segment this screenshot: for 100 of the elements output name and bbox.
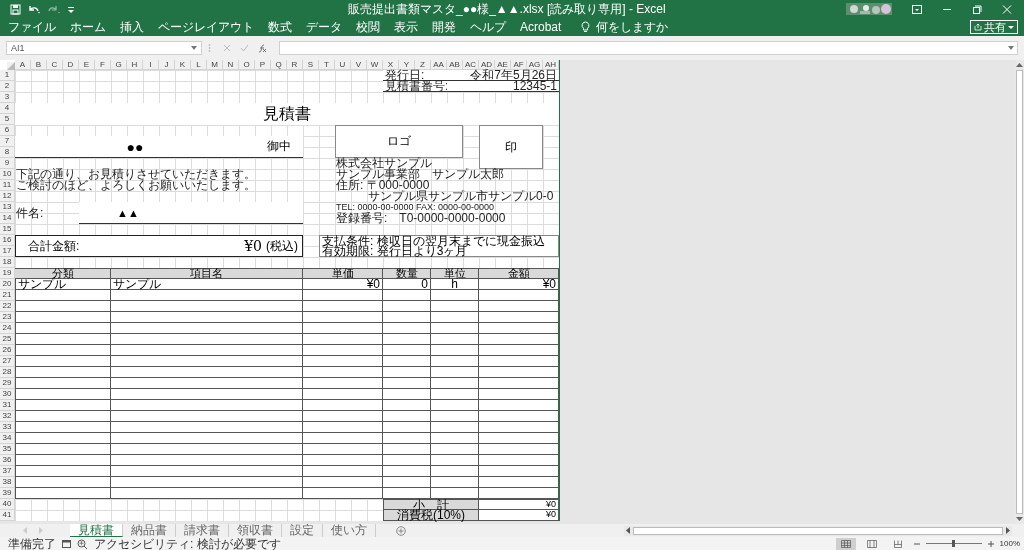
- add-sheet-icon[interactable]: [396, 525, 406, 536]
- row-header[interactable]: 9: [0, 158, 15, 169]
- name-box[interactable]: AI1: [6, 41, 202, 55]
- column-header[interactable]: Q: [271, 60, 287, 70]
- row-header[interactable]: 1: [0, 70, 15, 81]
- column-header[interactable]: V: [351, 60, 367, 70]
- ribbon-display-icon[interactable]: [912, 4, 922, 14]
- ribbon-tab[interactable]: ホーム: [70, 18, 106, 36]
- redo-icon[interactable]: [47, 3, 61, 15]
- column-header[interactable]: C: [47, 60, 63, 70]
- ribbon-tab[interactable]: ヘルプ: [470, 18, 506, 36]
- restore-icon[interactable]: [972, 4, 982, 14]
- table-cell: [431, 290, 479, 301]
- column-header[interactable]: M: [207, 60, 223, 70]
- caret-icon: [191, 46, 197, 50]
- zoom-out-icon[interactable]: [913, 540, 920, 547]
- column-header[interactable]: L: [191, 60, 207, 70]
- column-header[interactable]: N: [223, 60, 239, 70]
- accessibility-status[interactable]: アクセシビリティ: 検討が必要です: [94, 537, 281, 550]
- company-info: TEL: 0000-00-0000 FAX: 0000-00-0000: [335, 202, 496, 212]
- column-header[interactable]: A: [15, 60, 31, 70]
- table-cell: [383, 345, 431, 356]
- column-header[interactable]: S: [303, 60, 319, 70]
- accessibility-icon[interactable]: [77, 538, 88, 549]
- quote-number-label: 見積書番号:: [383, 81, 447, 92]
- tax-included-note: (税込): [266, 237, 298, 255]
- row-header[interactable]: 11: [0, 180, 15, 191]
- table-cell: ¥0: [303, 279, 383, 290]
- scroll-left-icon[interactable]: [625, 527, 631, 534]
- zoom-slider-thumb[interactable]: [952, 540, 956, 547]
- save-icon[interactable]: [10, 3, 21, 15]
- column-header[interactable]: U: [335, 60, 351, 70]
- column-header[interactable]: T: [319, 60, 335, 70]
- scroll-up-icon[interactable]: [1016, 62, 1023, 68]
- share-button[interactable]: 共有: [970, 20, 1018, 34]
- column-header[interactable]: H: [127, 60, 143, 70]
- column-header[interactable]: AH: [543, 60, 559, 70]
- column-header[interactable]: E: [79, 60, 95, 70]
- scroll-thumb[interactable]: [633, 526, 1003, 535]
- drag-handle-icon[interactable]: [208, 43, 211, 53]
- row-header[interactable]: 3: [0, 92, 15, 103]
- table-cell: [431, 400, 479, 411]
- column-header[interactable]: B: [31, 60, 47, 70]
- column-header[interactable]: J: [159, 60, 175, 70]
- tax-value: ¥0: [479, 510, 559, 521]
- row-header[interactable]: 14: [0, 213, 15, 224]
- ribbon-tab[interactable]: 表示: [394, 18, 418, 36]
- column-header[interactable]: Y: [399, 60, 415, 70]
- row-header[interactable]: 41: [0, 510, 15, 521]
- macro-record-icon[interactable]: [62, 539, 71, 548]
- column-header[interactable]: I: [143, 60, 159, 70]
- row-header[interactable]: 10: [0, 169, 15, 180]
- zoom-in-icon[interactable]: [987, 540, 994, 547]
- horizontal-scrollbar[interactable]: [624, 525, 1012, 536]
- normal-view-button[interactable]: [835, 537, 856, 550]
- scroll-down-icon[interactable]: [1016, 516, 1023, 522]
- ribbon-tab[interactable]: 校閲: [356, 18, 380, 36]
- tell-me-search[interactable]: 何をしますか: [596, 18, 669, 36]
- column-header[interactable]: X: [383, 60, 399, 70]
- ribbon-tab[interactable]: ファイル: [8, 18, 56, 36]
- table-header: 単価: [303, 268, 383, 279]
- column-header[interactable]: F: [95, 60, 111, 70]
- formula-input[interactable]: [279, 41, 1018, 55]
- row-header[interactable]: 6: [0, 125, 15, 136]
- table-cell: [383, 422, 431, 433]
- table-cell: [431, 312, 479, 323]
- column-header[interactable]: D: [63, 60, 79, 70]
- column-header[interactable]: W: [367, 60, 383, 70]
- terms-text: 支払条件: 検収日の翌月末までに現金振込: [322, 236, 546, 246]
- close-icon[interactable]: [1002, 4, 1012, 14]
- row-header[interactable]: 2: [0, 81, 15, 92]
- column-header[interactable]: R: [287, 60, 303, 70]
- ribbon-tab[interactable]: 挿入: [120, 18, 144, 36]
- ribbon-tab[interactable]: 開発: [432, 18, 456, 36]
- scroll-right-icon[interactable]: [1005, 527, 1011, 534]
- function-icon[interactable]: [258, 43, 267, 53]
- row-header[interactable]: 13: [0, 202, 15, 213]
- column-header[interactable]: P: [255, 60, 271, 70]
- sheet-tab[interactable]: 見積書: [70, 524, 123, 537]
- ribbon-tab[interactable]: Acrobat: [520, 20, 562, 34]
- column-header[interactable]: G: [111, 60, 127, 70]
- ribbon-tab[interactable]: 数式: [268, 18, 292, 36]
- column-header[interactable]: K: [175, 60, 191, 70]
- undo-icon[interactable]: [27, 3, 41, 15]
- terms-text: 有効期限: 発行日より3ヶ月: [322, 246, 468, 256]
- logo-label: ロゴ: [387, 136, 411, 147]
- row-header[interactable]: 12: [0, 191, 15, 202]
- table-cell: [383, 466, 431, 477]
- scroll-thumb[interactable]: [1016, 70, 1023, 514]
- check-icon[interactable]: [240, 44, 249, 52]
- vertical-scrollbar[interactable]: [1015, 60, 1024, 524]
- zoom-level[interactable]: 100%: [999, 539, 1020, 548]
- column-header[interactable]: O: [239, 60, 255, 70]
- ribbon-tab[interactable]: ページレイアウト: [158, 18, 254, 36]
- row-header[interactable]: 7: [0, 136, 15, 147]
- ribbon-tab[interactable]: データ: [306, 18, 342, 36]
- greeting-text: 下記の通り、お見積りさせていただきます。: [15, 169, 257, 180]
- subject-value: ▲▲: [79, 202, 303, 224]
- expand-caret-icon: [1008, 46, 1014, 50]
- table-cell: [431, 367, 479, 378]
